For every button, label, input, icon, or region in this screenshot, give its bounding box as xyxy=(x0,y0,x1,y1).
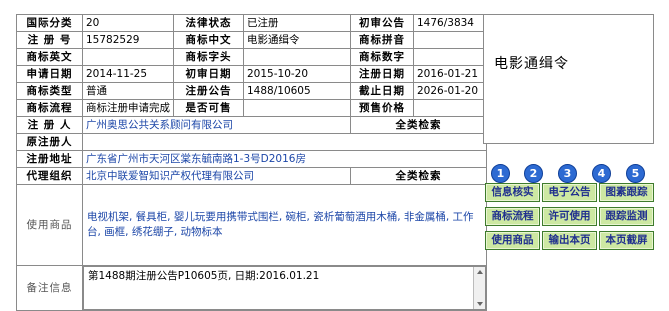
agent-value[interactable]: 北京中联爱智知识产权代理有限公司 xyxy=(82,167,351,185)
presale-label: 预售价格 xyxy=(350,99,414,117)
number-badge-3: 3 xyxy=(558,164,577,183)
notes-cell: 第1488期注册公告P10605页, 日期:2016.01.21 xyxy=(82,265,487,311)
reg-no-value: 15782529 xyxy=(82,31,174,49)
full-search-link-2[interactable]: 全类检索 xyxy=(350,167,487,185)
number-badge-2: 2 xyxy=(524,164,543,183)
reg-no-label: 注 册 号 xyxy=(16,31,83,49)
info-check-button[interactable]: 信息核实 xyxy=(485,183,540,202)
notes-label: 备注信息 xyxy=(16,265,83,311)
mark-cn-value: 电影通缉令 xyxy=(243,31,351,49)
process-label: 商标流程 xyxy=(16,99,83,117)
screenshot-page-button[interactable]: 本页截屏 xyxy=(599,231,654,250)
orig-registrant-label: 原注册人 xyxy=(16,133,83,151)
agent-label: 代理组织 xyxy=(16,167,83,185)
mark-en-value xyxy=(82,48,174,66)
notes-scrollbar[interactable] xyxy=(473,267,485,309)
mark-pinyin-label: 商标拼音 xyxy=(350,31,414,49)
type-value: 普通 xyxy=(82,82,174,100)
number-badge-4: 4 xyxy=(592,164,611,183)
mark-pinyin-value xyxy=(413,31,487,49)
shared-label: 是否可售 xyxy=(173,99,244,117)
mark-process-button[interactable]: 商标流程 xyxy=(485,207,540,226)
address-label: 注册地址 xyxy=(16,150,83,168)
usage-value: 电视机架, 餐具柜, 婴儿玩要用携带式围栏, 碗柜, 瓷析葡萄酒用木桶, 非金属… xyxy=(82,184,487,266)
registrant-value[interactable]: 广州奥思公共关系顾问有限公司 xyxy=(82,116,351,134)
mark-en-label: 商标英文 xyxy=(16,48,83,66)
address-value: 广东省广州市天河区棠东毓南路1-3号D2016房 xyxy=(82,150,487,168)
process-value: 商标注册申请完成 xyxy=(82,99,174,117)
number-badge-5: 5 xyxy=(626,164,645,183)
mark-initial-value xyxy=(243,48,351,66)
use-goods-button[interactable]: 使用商品 xyxy=(485,231,540,250)
type-label: 商标类型 xyxy=(16,82,83,100)
expire-label: 截止日期 xyxy=(350,82,414,100)
trademark-info-table: 国际分类 20 法律状态 已注册 初审公告 1476/3834 注 册 号 15… xyxy=(16,14,487,311)
preview-mark-text: 电影通缉令 xyxy=(494,56,569,72)
mark-digit-value xyxy=(413,48,487,66)
shared-value xyxy=(243,99,351,117)
reg-pub-label: 注册公告 xyxy=(173,82,244,100)
full-search-link[interactable]: 全类检索 xyxy=(350,116,487,134)
reg-pub-value: 1488/10605 xyxy=(243,82,351,100)
usage-label: 使用商品 xyxy=(16,184,83,266)
prelim-date-label: 初审日期 xyxy=(173,65,244,83)
notes-textarea[interactable]: 第1488期注册公告P10605页, 日期:2016.01.21 xyxy=(83,266,486,310)
notes-value: 第1488期注册公告P10605页, 日期:2016.01.21 xyxy=(88,270,320,282)
legal-status-value: 已注册 xyxy=(243,14,351,32)
mark-cn-label: 商标中文 xyxy=(173,31,244,49)
e-announce-button[interactable]: 电子公告 xyxy=(542,183,597,202)
track-monitor-button[interactable]: 跟踪监测 xyxy=(599,207,654,226)
number-badge-1: 1 xyxy=(491,164,510,183)
intl-class-value: 20 xyxy=(82,14,174,32)
registrant-label: 注 册 人 xyxy=(16,116,83,134)
reg-date-label: 注册日期 xyxy=(350,65,414,83)
orig-registrant-value xyxy=(82,133,487,151)
presale-value xyxy=(413,99,487,117)
apply-date-value: 2014-11-25 xyxy=(82,65,174,83)
prelim-pub-label: 初审公告 xyxy=(350,14,414,32)
prelim-pub-value: 1476/3834 xyxy=(413,14,487,32)
legal-status-label: 法律状态 xyxy=(173,14,244,32)
reg-date-value: 2016-01-21 xyxy=(413,65,487,83)
intl-class-label: 国际分类 xyxy=(16,14,83,32)
prelim-date-value: 2015-10-20 xyxy=(243,65,351,83)
apply-date-label: 申请日期 xyxy=(16,65,83,83)
image-track-button[interactable]: 图素跟踪 xyxy=(599,183,654,202)
export-page-button[interactable]: 输出本页 xyxy=(542,231,597,250)
license-use-button[interactable]: 许可使用 xyxy=(542,207,597,226)
mark-initial-label: 商标字头 xyxy=(173,48,244,66)
mark-digit-label: 商标数字 xyxy=(350,48,414,66)
step-numbers: 1 2 3 4 5 xyxy=(487,164,652,184)
trademark-preview-panel: 电影通缉令 xyxy=(483,14,654,144)
expire-value: 2026-01-20 xyxy=(413,82,487,100)
